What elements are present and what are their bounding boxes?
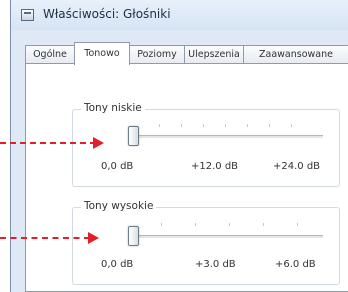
bass-tick: [225, 124, 226, 127]
bass-group-title: Tony niskie: [81, 102, 145, 114]
speaker-properties-icon: [21, 9, 34, 21]
bass-scale-max: +24.0 dB: [273, 161, 321, 172]
treble-slider-track[interactable]: [133, 235, 323, 238]
treble-scale-mid: +3.0 dB: [195, 259, 236, 270]
bass-tick: [269, 124, 270, 127]
bass-scale-mid: +12.0 dB: [191, 161, 239, 172]
treble-pointer-arrow-line: [0, 237, 90, 239]
bass-pointer-arrowhead: [93, 137, 104, 149]
treble-scale-max: +6.0 dB: [275, 259, 316, 270]
treble-slider-thumb[interactable]: [127, 226, 139, 246]
treble-tick: [161, 223, 162, 226]
treble-group: Tony wysokie 0,0 dB +3.0 dB +6.0 dB: [72, 200, 340, 285]
tab-bar: Ogólne Tonowo Poziomy Ulepszenia Zaawans…: [25, 42, 348, 65]
properties-dialog: Właściwości: Głośniki Ogólne Tonowo Pozi…: [10, 0, 348, 292]
treble-group-title: Tony wysokie: [81, 200, 157, 212]
window-title: Właściwości: Głośniki: [43, 7, 171, 21]
bass-tick: [159, 124, 160, 127]
bass-scale-min: 0,0 dB: [101, 161, 134, 172]
bass-slider-thumb[interactable]: [127, 126, 139, 146]
bass-tick: [181, 124, 182, 127]
bass-tick: [291, 124, 292, 127]
tab-general[interactable]: Ogólne: [25, 45, 75, 64]
treble-tick: [195, 223, 196, 226]
tone-panel: Tony niskie 0,0 dB +12.0 dB +24.0 dB Ton…: [25, 63, 348, 292]
treble-tick: [229, 223, 230, 226]
tab-tone[interactable]: Tonowo: [74, 42, 130, 65]
title-bar[interactable]: Właściwości: Głośniki: [11, 0, 348, 30]
treble-scale-min: 0,0 dB: [101, 259, 134, 270]
bass-slider-track[interactable]: [133, 135, 323, 138]
tab-levels[interactable]: Poziomy: [129, 45, 185, 64]
treble-tick: [263, 223, 264, 226]
bass-tick: [247, 124, 248, 127]
treble-tick: [297, 223, 298, 226]
tab-advanced[interactable]: Zaawansowane: [243, 45, 348, 64]
tab-enhancements[interactable]: Ulepszenia: [184, 45, 244, 64]
bass-pointer-arrow-line: [0, 142, 96, 144]
treble-pointer-arrowhead: [88, 232, 99, 244]
bass-tick: [203, 124, 204, 127]
bass-group: Tony niskie 0,0 dB +12.0 dB +24.0 dB: [72, 102, 340, 187]
